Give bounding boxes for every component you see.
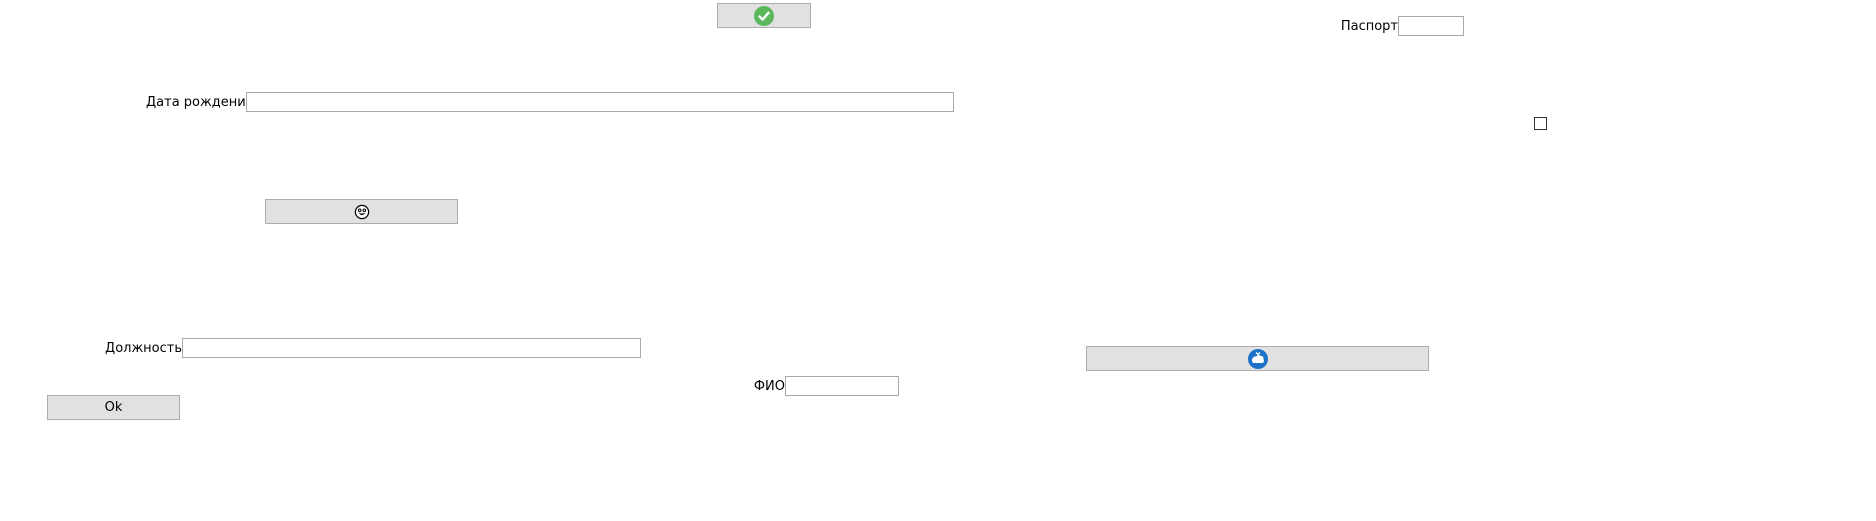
blue-globe-icon [1247,348,1269,370]
ok-button-label: Ok [104,400,123,415]
green-checkmark-icon [754,5,774,26]
checkbox[interactable] [1534,117,1547,130]
position-label: Должность [105,341,182,356]
ok-button[interactable]: Ok [47,395,180,420]
birth-date-label: Дата рождения [146,95,254,110]
globe-button[interactable] [1086,346,1429,371]
position-field[interactable] [182,338,641,358]
emoji-button[interactable] [265,199,458,224]
passport-field[interactable] [1398,16,1464,36]
face-emoji-icon [354,204,370,220]
birth-date-field[interactable] [246,92,954,112]
confirm-button[interactable] [717,3,811,28]
full-name-field[interactable] [785,376,899,396]
passport-label: Паспорт [1340,19,1398,34]
full-name-label: ФИО [753,379,785,394]
